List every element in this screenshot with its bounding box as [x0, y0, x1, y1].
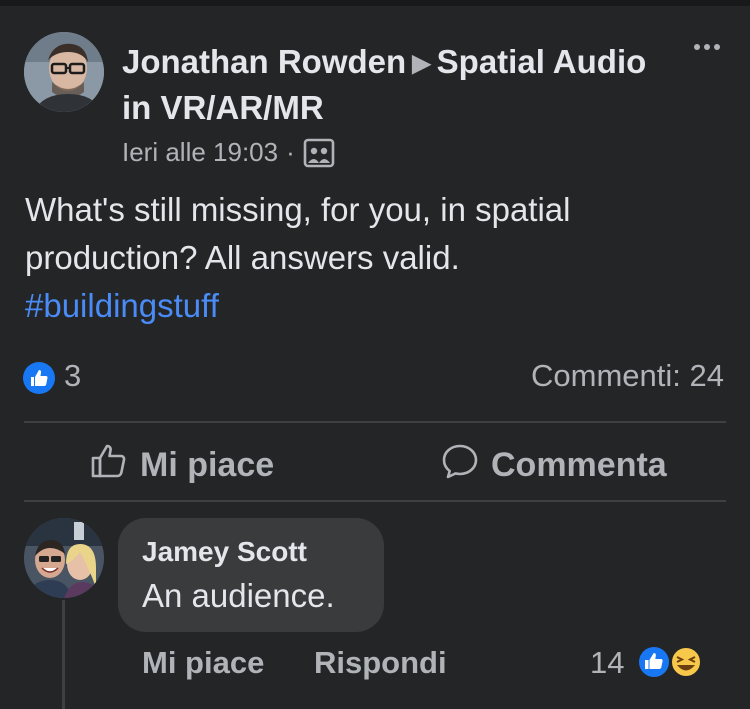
thumbs-up-icon	[90, 442, 128, 489]
reactions-count[interactable]: 3	[64, 358, 81, 394]
divider	[24, 421, 726, 423]
comments-count-link[interactable]: Commenti: 24	[531, 358, 724, 394]
author-name-link[interactable]: Jonathan Rowden	[122, 43, 406, 80]
post-text: What's still missing, for you, in spatia…	[25, 191, 571, 276]
post-body: What's still missing, for you, in spatia…	[25, 186, 725, 330]
divider	[24, 500, 726, 502]
arrow-right-icon: ▶	[412, 50, 431, 77]
comment-text: An audience.	[142, 577, 335, 614]
comment-bubble-icon	[441, 442, 479, 489]
comment-button-label: Commenta	[491, 445, 667, 484]
like-reaction-icon[interactable]	[23, 362, 55, 394]
like-button-label: Mi piace	[140, 445, 275, 484]
comment-reactions[interactable]	[636, 644, 706, 680]
comment-like-button[interactable]: Mi piace	[142, 645, 264, 681]
commenter-name-link[interactable]: Jamey Scott	[142, 536, 307, 568]
comment-button[interactable]: Commenta	[441, 440, 667, 490]
top-bar	[0, 0, 750, 6]
comment-reply-button[interactable]: Rispondi	[314, 645, 447, 681]
haha-icon	[670, 646, 702, 678]
post-meta: Ieri alle 19:03 ·	[122, 137, 335, 168]
group-icon	[303, 138, 335, 168]
comment-reactions-count[interactable]: 14	[590, 645, 624, 681]
post-header-title: Jonathan Rowden ▶ Spatial Audio in VR/AR/M…	[122, 40, 682, 130]
like-button[interactable]: Mi piace	[90, 440, 274, 490]
hashtag-link[interactable]: #buildingstuff	[25, 282, 725, 330]
post-timestamp[interactable]: Ieri alle 19:03	[122, 137, 278, 168]
comment-thread-line	[62, 600, 65, 709]
author-avatar[interactable]	[24, 32, 104, 112]
commenter-avatar[interactable]	[24, 518, 104, 598]
meta-separator: ·	[286, 137, 295, 167]
more-options-icon[interactable]	[694, 40, 728, 54]
